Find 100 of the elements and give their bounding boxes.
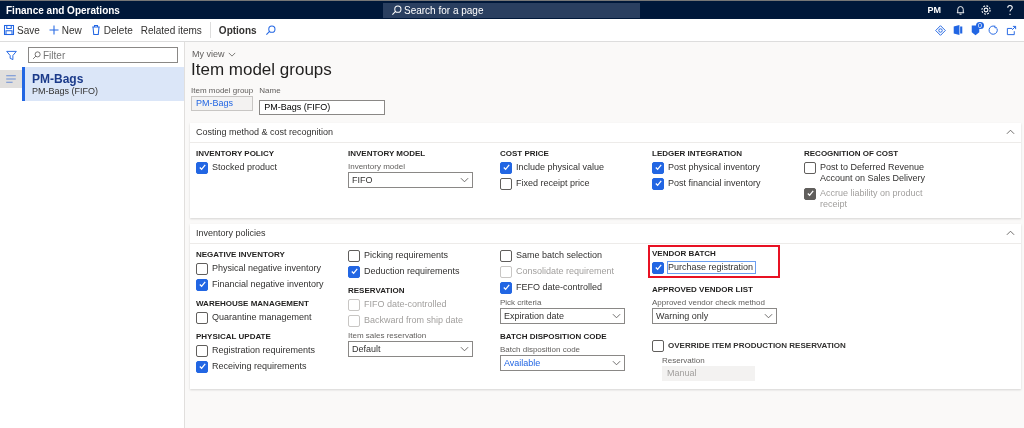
- dropdown[interactable]: FIFO: [348, 171, 473, 188]
- toolbar-button[interactable]: New: [47, 24, 82, 36]
- checkbox-label: Consolidate requirement: [516, 265, 615, 277]
- chevron-up-icon: [1006, 230, 1015, 236]
- list-item[interactable]: PM-Bags PM-Bags (FIFO): [22, 67, 184, 101]
- checkbox-label: Backward from ship date: [364, 314, 464, 326]
- refresh-icon[interactable]: [988, 24, 999, 36]
- checkbox-label: Receiving requirements: [212, 360, 307, 372]
- chevron-down-icon: [764, 312, 773, 319]
- checkbox-label: Financial negative inventory: [212, 278, 324, 290]
- checkbox-label: Deduction requirements: [364, 265, 460, 277]
- checkbox[interactable]: [804, 161, 816, 174]
- group-heading: APPROVED VENDOR LIST: [652, 284, 754, 294]
- checkbox-label: FIFO date-controlled: [364, 298, 447, 310]
- search-icon[interactable]: [264, 24, 276, 36]
- group-heading: WAREHOUSE MANAGEMENT: [196, 298, 310, 308]
- chevron-down-icon: [460, 345, 469, 352]
- diamond-icon[interactable]: [935, 24, 946, 36]
- filter-icon: [5, 49, 17, 61]
- view-selector[interactable]: My view: [190, 49, 236, 59]
- checkbox-label: Accrue liability on product receipt: [820, 187, 924, 210]
- checkbox[interactable]: [652, 177, 664, 190]
- checkbox[interactable]: [500, 161, 512, 174]
- checkbox[interactable]: [500, 281, 512, 294]
- search-field[interactable]: Search for a page: [383, 2, 640, 18]
- section-header[interactable]: Inventory policies: [190, 223, 1021, 244]
- dropdown[interactable]: Default: [348, 340, 473, 357]
- chevron-down-icon: [612, 359, 621, 366]
- search-placeholder: Search for a page: [404, 4, 484, 16]
- checkbox-label: Same batch selection: [516, 249, 603, 261]
- plus-icon: [47, 24, 60, 36]
- group-heading: NEGATIVE INVENTORY: [196, 249, 286, 259]
- checkbox-label: Purchase registration: [668, 261, 756, 273]
- dropdown[interactable]: Warning only: [652, 307, 777, 324]
- checkbox-label: FEFO date-controlled: [516, 281, 603, 293]
- group-heading: INVENTORY POLICY: [196, 148, 276, 158]
- bell-icon[interactable]: [955, 4, 966, 16]
- group-heading: VENDOR BATCH: [652, 248, 717, 258]
- item-subtitle: PM-Bags (FIFO): [32, 86, 99, 96]
- options-tab[interactable]: Options: [218, 24, 257, 36]
- dropdown[interactable]: Available: [500, 354, 625, 371]
- checkbox[interactable]: [196, 360, 208, 373]
- chevron-down-icon: [612, 312, 621, 319]
- open-in-new-window-icon[interactable]: [1006, 24, 1017, 36]
- chevron-down-icon: [227, 51, 236, 57]
- field-label: Item model group: [191, 86, 254, 95]
- field-label: Name: [259, 86, 282, 95]
- search-icon: [391, 4, 402, 16]
- field-label: Inventory model: [348, 161, 406, 171]
- checkbox[interactable]: [652, 161, 664, 174]
- section-header[interactable]: Costing method & cost recognition: [190, 122, 1021, 143]
- section-heading: OVERRIDE ITEM PRODUCTION RESERVATION: [668, 339, 846, 351]
- field-label: Approved vendor check method: [652, 297, 766, 307]
- checkbox[interactable]: [196, 311, 208, 324]
- office-icon[interactable]: [953, 24, 963, 36]
- toolbar-button[interactable]: Save: [3, 24, 40, 36]
- checkbox-label: Fixed receipt price: [516, 177, 590, 189]
- checkbox[interactable]: [652, 261, 664, 274]
- help-icon[interactable]: [1006, 4, 1014, 16]
- checkbox-label: Stocked product: [212, 161, 278, 173]
- field-label: Item sales reservation: [348, 330, 428, 340]
- checkbox-label: Post to Deferred Revenue Account on Sales Delivery: [820, 161, 927, 184]
- field-label: Reservation: [662, 355, 706, 365]
- toolbar-button[interactable]: Related items: [140, 24, 202, 36]
- group-heading: LEDGER INTEGRATION: [652, 148, 744, 158]
- filter-field[interactable]: Filter: [28, 47, 178, 63]
- checkbox[interactable]: [348, 265, 360, 278]
- save-icon: [3, 24, 15, 36]
- checkbox-label: Quarantine management: [212, 311, 312, 323]
- chevron-up-icon: [1006, 129, 1015, 135]
- group-heading: INVENTORY MODEL: [348, 148, 427, 158]
- checkbox[interactable]: [652, 339, 664, 352]
- checkbox-label: Include physical value: [516, 161, 605, 173]
- group-heading: RESERVATION: [348, 285, 406, 295]
- field-label: Batch disposition code: [500, 344, 582, 354]
- group-heading: PHYSICAL UPDATE: [196, 331, 272, 341]
- checkbox[interactable]: [500, 249, 512, 262]
- group-heading: COST PRICE: [500, 148, 550, 158]
- group-heading: RECOGNITION OF COST: [804, 148, 900, 158]
- checkbox[interactable]: [348, 249, 360, 262]
- toolbar-button[interactable]: Delete: [89, 24, 133, 36]
- checkbox[interactable]: [196, 262, 208, 275]
- dropdown[interactable]: Expiration date: [500, 307, 625, 324]
- checkbox[interactable]: [196, 344, 208, 357]
- checkbox[interactable]: [196, 161, 208, 174]
- settings-icon[interactable]: [980, 4, 992, 16]
- name-field[interactable]: PM-Bags (FIFO): [259, 99, 386, 115]
- page-title: Item model groups: [191, 60, 333, 80]
- checkbox-label: Post physical inventory: [668, 161, 761, 173]
- checkbox[interactable]: [196, 278, 208, 291]
- group-heading: BATCH DISPOSITION CODE: [500, 331, 608, 341]
- checkbox-label: Physical negative inventory: [212, 262, 322, 274]
- item-model-group-field[interactable]: PM-Bags: [191, 96, 253, 111]
- field-label: Pick criteria: [500, 297, 543, 307]
- checkbox[interactable]: [500, 177, 512, 190]
- chevron-down-icon: [460, 176, 469, 183]
- search-icon: [32, 51, 41, 60]
- checkbox-label: Registration requirements: [212, 344, 316, 356]
- user-initials[interactable]: PM: [927, 5, 941, 15]
- trash-icon: [89, 24, 102, 36]
